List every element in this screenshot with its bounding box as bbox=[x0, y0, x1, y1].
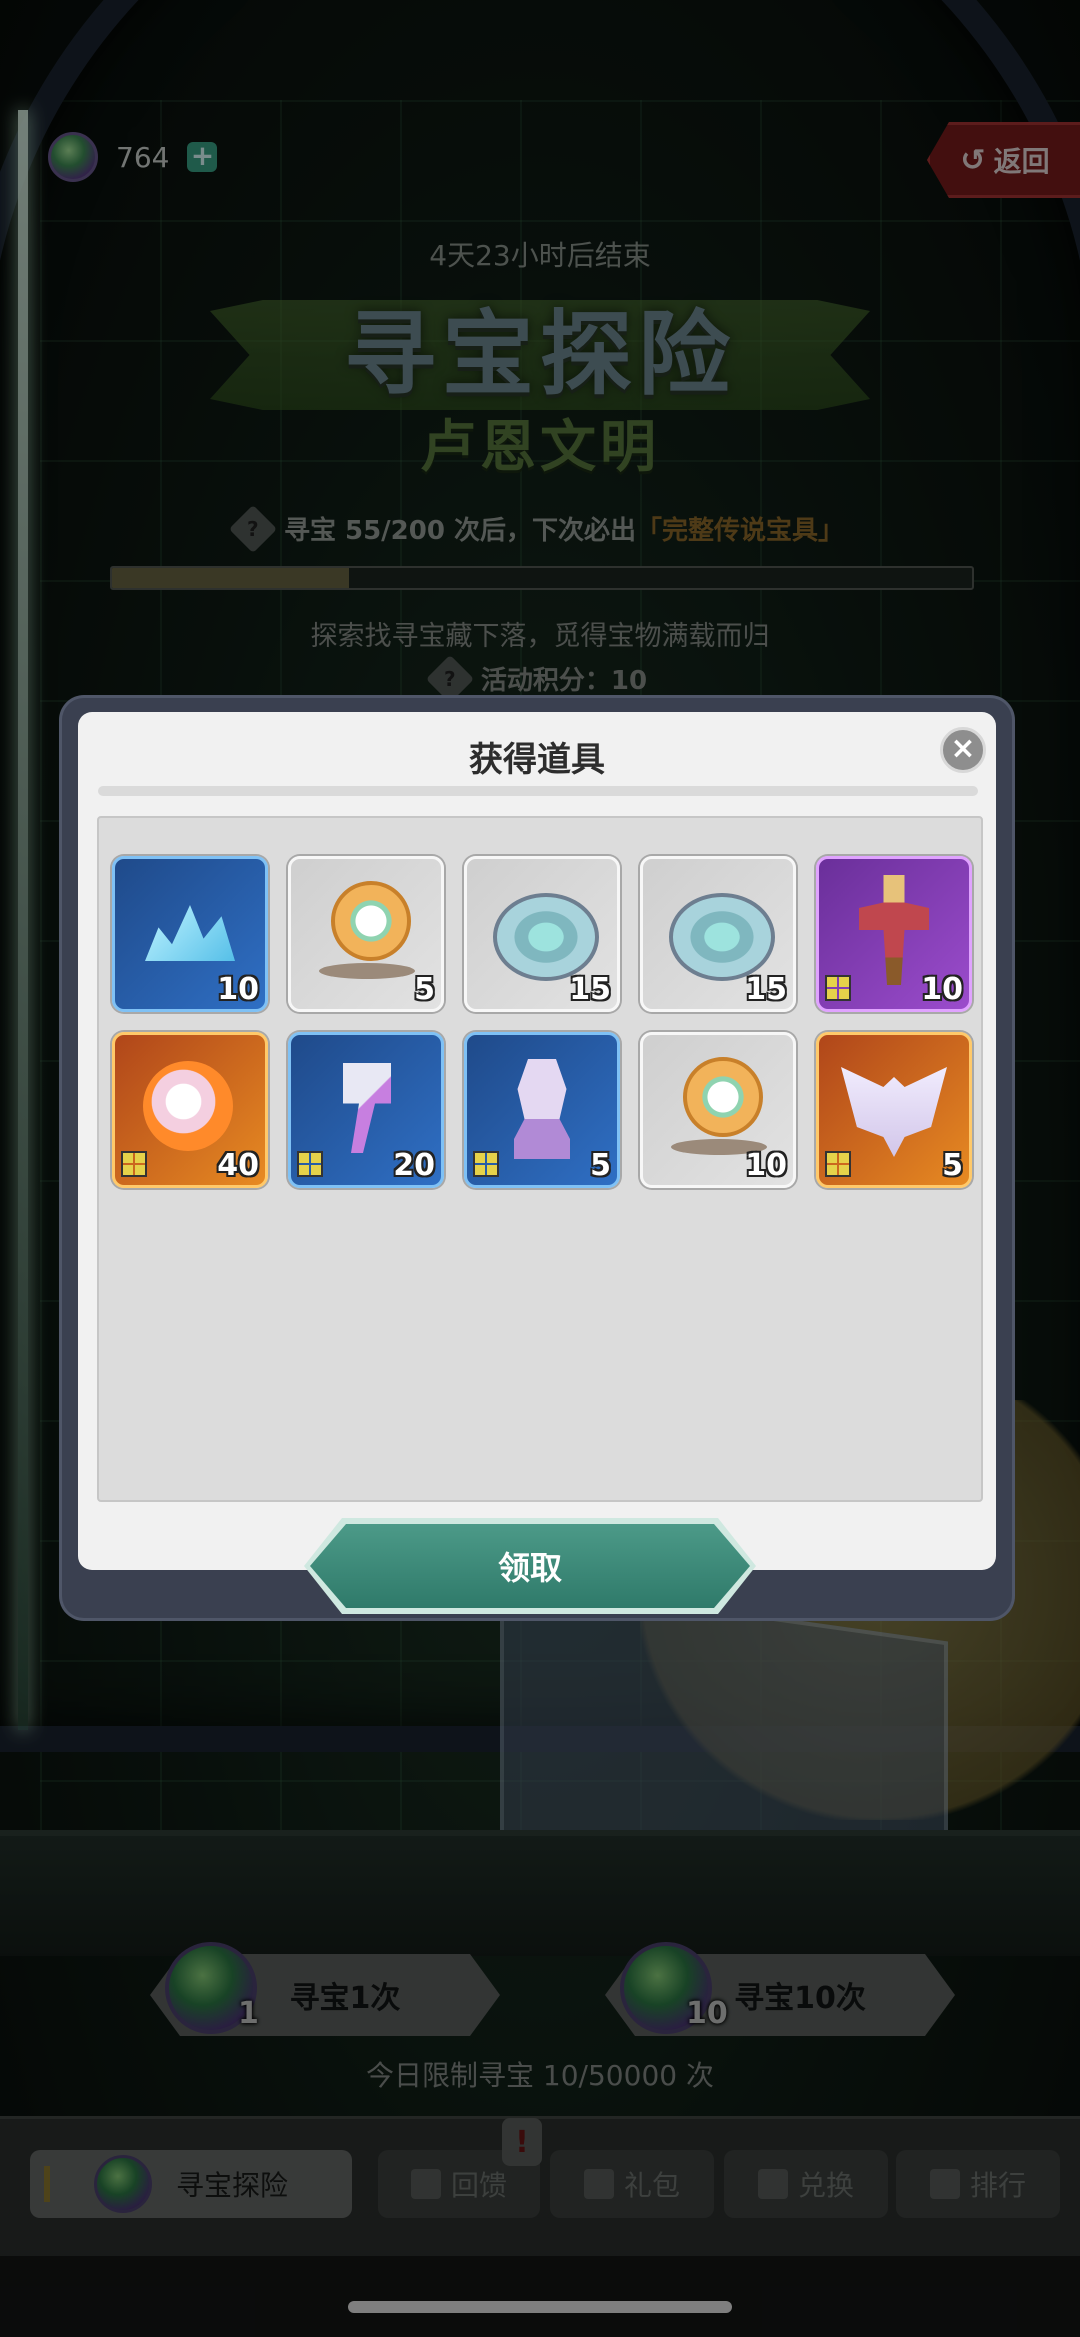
angel-wings-icon bbox=[841, 1067, 947, 1157]
item-quantity: 40 bbox=[217, 1148, 259, 1183]
statue-bust-icon bbox=[514, 1059, 570, 1159]
item-quantity: 10 bbox=[745, 1148, 787, 1183]
reward-item[interactable]: 10 bbox=[112, 856, 268, 1012]
modal-title: 获得道具 bbox=[469, 740, 605, 780]
reward-item[interactable]: 20 bbox=[288, 1032, 444, 1188]
gold-medal-icon bbox=[331, 881, 411, 961]
claim-label: 领取 bbox=[497, 1549, 562, 1587]
silver-coin-icon bbox=[669, 893, 775, 981]
reward-item[interactable]: 15 bbox=[640, 856, 796, 1012]
fragment-badge-icon bbox=[121, 1151, 147, 1177]
fragment-badge-icon bbox=[297, 1151, 323, 1177]
claim-button[interactable]: 领取 bbox=[310, 1524, 750, 1608]
item-quantity: 5 bbox=[414, 972, 435, 1007]
fragment-badge-icon bbox=[473, 1151, 499, 1177]
reward-item[interactable]: 5 bbox=[288, 856, 444, 1012]
reward-item[interactable]: 40 bbox=[112, 1032, 268, 1188]
reward-item[interactable]: 5 bbox=[464, 1032, 620, 1188]
reward-item[interactable]: 5 bbox=[816, 1032, 972, 1188]
title-divider bbox=[98, 786, 978, 796]
silver-coin-icon bbox=[493, 893, 599, 981]
gold-medal-icon bbox=[683, 1057, 763, 1137]
fragment-badge-icon bbox=[825, 975, 851, 1001]
item-shadow bbox=[319, 963, 415, 979]
crystal-hammer-icon bbox=[343, 1063, 391, 1153]
item-quantity: 5 bbox=[590, 1148, 611, 1183]
fire-orb-icon bbox=[143, 1061, 233, 1151]
reward-item[interactable]: 15 bbox=[464, 856, 620, 1012]
item-quantity: 5 bbox=[942, 1148, 963, 1183]
blue-crystal-icon bbox=[145, 905, 235, 961]
item-quantity: 10 bbox=[217, 972, 259, 1007]
reward-item[interactable]: 10 bbox=[816, 856, 972, 1012]
close-button[interactable]: × bbox=[940, 727, 986, 773]
item-quantity: 20 bbox=[393, 1148, 435, 1183]
item-quantity: 15 bbox=[745, 972, 787, 1007]
item-quantity: 15 bbox=[569, 972, 611, 1007]
item-quantity: 10 bbox=[921, 972, 963, 1007]
reward-item[interactable]: 10 bbox=[640, 1032, 796, 1188]
fragment-badge-icon bbox=[825, 1151, 851, 1177]
scarecrow-icon bbox=[859, 875, 929, 985]
